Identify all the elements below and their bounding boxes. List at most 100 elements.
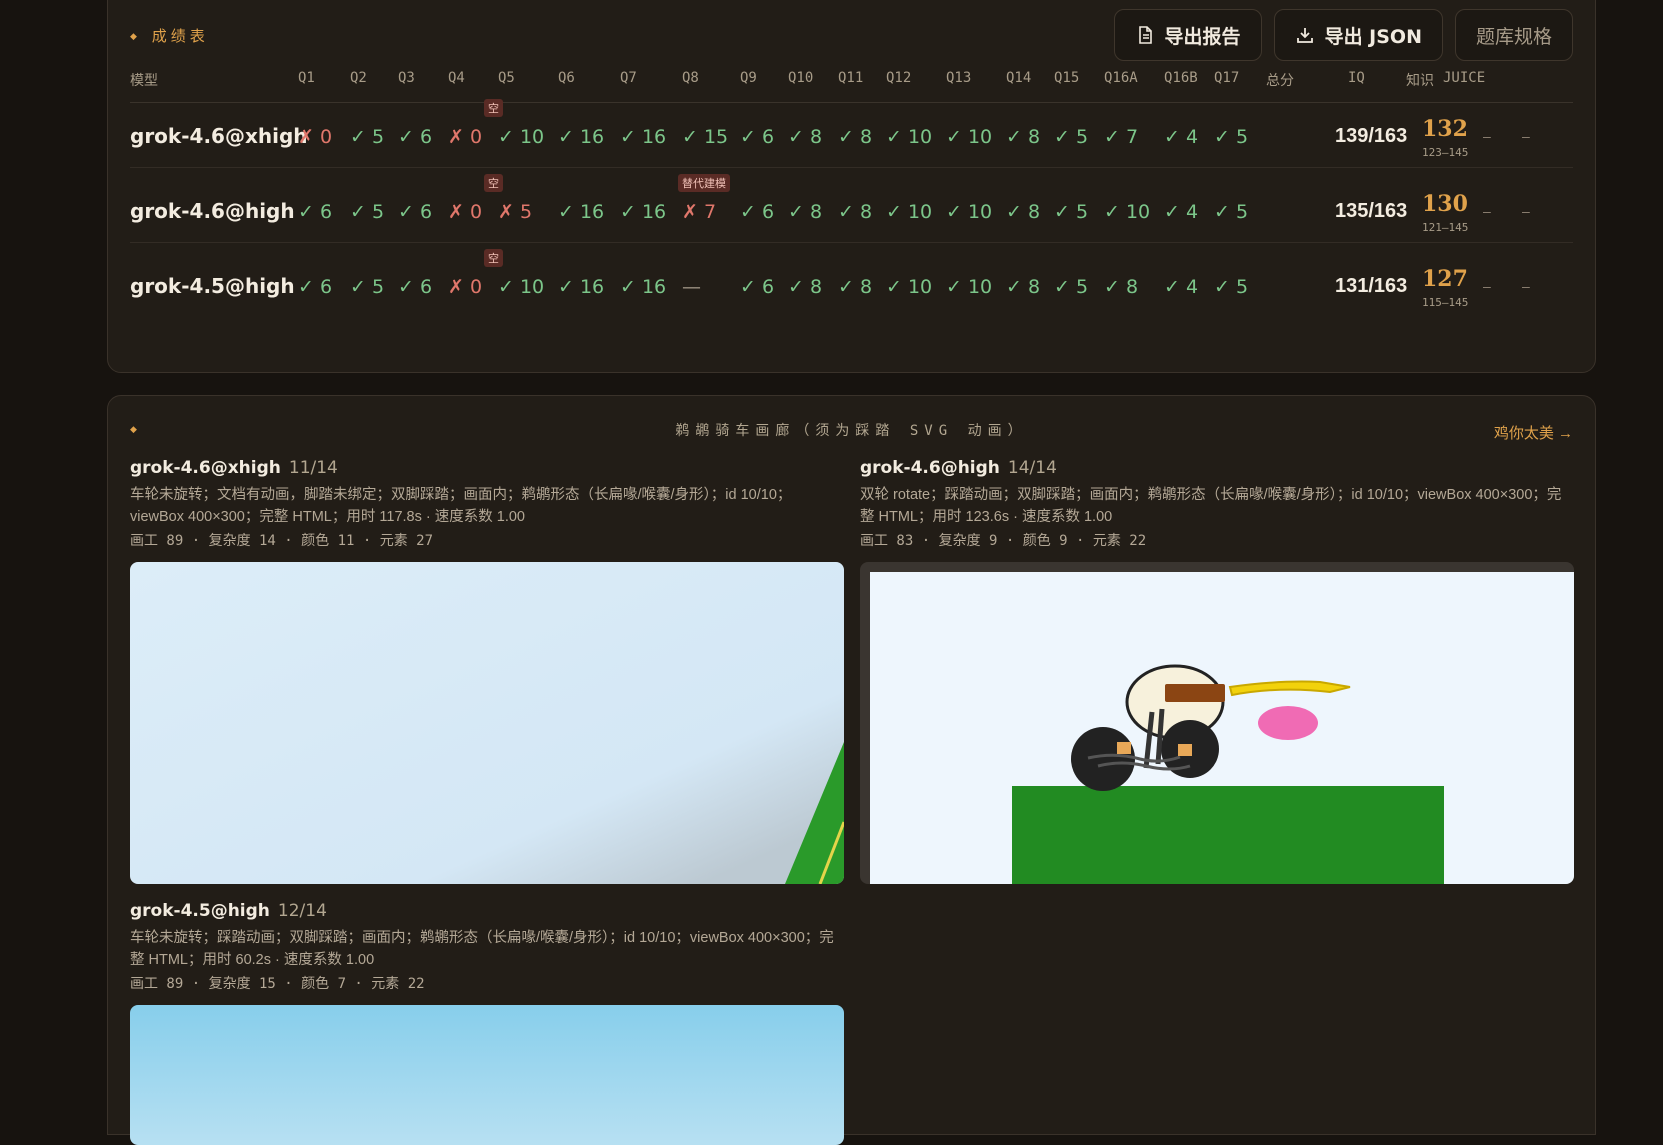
column-header[interactable]: 模型 [130,70,158,90]
score-cell: ✓ 6 [398,276,433,298]
card-preview[interactable] [130,1005,844,1145]
column-header[interactable]: Q16A [1104,70,1138,86]
column-header[interactable]: Q6 [558,70,575,86]
score-cell: ✓ 8 [788,201,823,223]
score-cell: ✓ 6 [740,126,775,148]
preview-image [130,562,844,884]
score-cell: ✓ 5 [1054,126,1089,148]
total-score: 139/163 [1335,125,1408,147]
score-cell: ✓ 6 [298,276,333,298]
score-cell: ✓ 15 [682,126,729,148]
score-cell: ✗ 7 [682,201,717,223]
card-description: 车轮未旋转；文档有动画，脚踏未绑定；双脚踩踏；画面内；鹈鹕形态（长扁喙/喉囊/身… [130,487,792,525]
score-cell: — [682,276,701,298]
score-cell: ✓ 6 [740,201,775,223]
score-cell: ✓ 10 [946,276,993,298]
score-cell: ✓ 8 [838,126,873,148]
column-header[interactable]: Q1 [298,70,315,86]
score-cell: ✓ 10 [946,201,993,223]
gallery-card: grok-4.6@xhigh 11/14 车轮未旋转；文档有动画，脚踏未绑定；双脚… [130,458,844,550]
column-header[interactable]: Q9 [740,70,757,86]
scoreboard-title: ◆ 成绩表 [130,27,209,45]
score-cell: ✓ 10 [886,276,933,298]
card-title: grok-4.6@xhigh 11/14 [130,458,338,478]
column-header[interactable]: Q17 [1214,70,1239,86]
column-header[interactable]: Q15 [1054,70,1079,86]
column-header[interactable]: IQ [1348,70,1365,86]
header-divider [130,102,1573,103]
model-name: grok-4.6@xhigh [130,124,308,148]
card-metrics: 画工 89 · 复杂度 15 · 颜色 7 · 元素 22 [130,976,425,992]
gallery-panel: ◆ 鹈鹕骑车画廊（须为踩踏 SVG 动画） 鸡你太美 → grok-4.6@xh… [107,395,1596,1145]
score-cell: ✓ 5 [350,126,385,148]
row-divider [130,242,1573,243]
juice-value: – [1522,203,1530,219]
score-cell: ✓ 8 [1006,276,1041,298]
score-cell: ✓ 10 [498,126,545,148]
score-cell: ✗ 0 [448,201,483,223]
score-cell: ✓ 10 [946,126,993,148]
iq-score: 130 [1422,191,1468,217]
iq-range: 123–145 [1422,146,1469,159]
export-report-button[interactable]: 导出报告 [1113,9,1262,61]
column-header[interactable]: Q5 [498,70,515,86]
score-cell: ✓ 6 [398,201,433,223]
card-preview[interactable] [130,562,844,884]
score-cell: ✓ 8 [838,276,873,298]
score-cell: ✓ 4 [1164,276,1199,298]
spec-button[interactable]: 题库规格 [1454,9,1573,61]
total-score: 131/163 [1335,275,1408,297]
score-cell: ✓ 5 [1054,201,1089,223]
column-header[interactable]: Q13 [946,70,971,86]
score-cell: ✓ 10 [498,276,545,298]
card-preview[interactable] [860,562,1574,884]
gallery-card: grok-4.5@high 12/14 车轮未旋转；踩踏动画；双脚踩踏；画面内；鹈… [130,901,844,993]
status-tag: 空 [484,99,503,117]
iq-range: 121–145 [1422,221,1469,234]
score-cell: ✓ 16 [558,276,605,298]
total-score: 135/163 [1335,200,1408,222]
score-cell: ✓ 6 [298,201,333,223]
column-header[interactable]: Q10 [788,70,813,86]
status-tag: 空 [484,249,503,267]
card-title: grok-4.6@high 14/14 [860,458,1057,478]
card-title: grok-4.5@high 12/14 [130,901,327,921]
gallery-link[interactable]: 鸡你太美 → [1494,422,1573,443]
score-cell: ✓ 8 [838,201,873,223]
score-cell: ✓ 8 [1104,276,1139,298]
column-header[interactable]: 总分 [1266,70,1294,90]
column-header[interactable]: Q8 [682,70,699,86]
column-header[interactable]: Q16B [1164,70,1198,86]
score-cell: ✓ 6 [740,276,775,298]
column-header[interactable]: Q11 [838,70,863,86]
status-tag: 替代建模 [678,174,730,192]
column-header[interactable]: Q4 [448,70,465,86]
gallery-card: grok-4.6@high 14/14 双轮 rotate；踩踏动画；双脚踩踏；画… [860,458,1574,550]
document-icon [1138,26,1152,44]
score-cell: ✓ 5 [1214,276,1249,298]
column-header[interactable]: JUICE [1443,70,1485,86]
score-cell: ✓ 8 [788,126,823,148]
score-cell: ✓ 16 [620,201,667,223]
status-tag: 空 [484,174,503,192]
score-cell: ✓ 8 [788,276,823,298]
score-cell: ✓ 10 [1104,201,1151,223]
iq-score: 127 [1422,266,1468,292]
preview-image [870,572,1574,884]
juice-value: – [1522,128,1530,144]
column-header[interactable]: Q3 [398,70,415,86]
export-json-button[interactable]: 导出 JSON [1273,9,1443,61]
score-cell: ✓ 8 [1006,201,1041,223]
column-header[interactable]: Q7 [620,70,637,86]
column-header[interactable]: Q12 [886,70,911,86]
score-cell: ✓ 10 [886,201,933,223]
score-cell: ✓ 16 [620,276,667,298]
score-cell: ✓ 5 [1214,201,1249,223]
score-cell: ✓ 16 [558,201,605,223]
score-cell: ✓ 5 [350,276,385,298]
column-header[interactable]: Q14 [1006,70,1031,86]
column-header[interactable]: Q2 [350,70,367,86]
column-header[interactable]: 知识 [1406,70,1434,90]
card-metrics: 画工 89 · 复杂度 14 · 颜色 11 · 元素 27 [130,533,434,549]
model-name: grok-4.5@high [130,274,295,298]
